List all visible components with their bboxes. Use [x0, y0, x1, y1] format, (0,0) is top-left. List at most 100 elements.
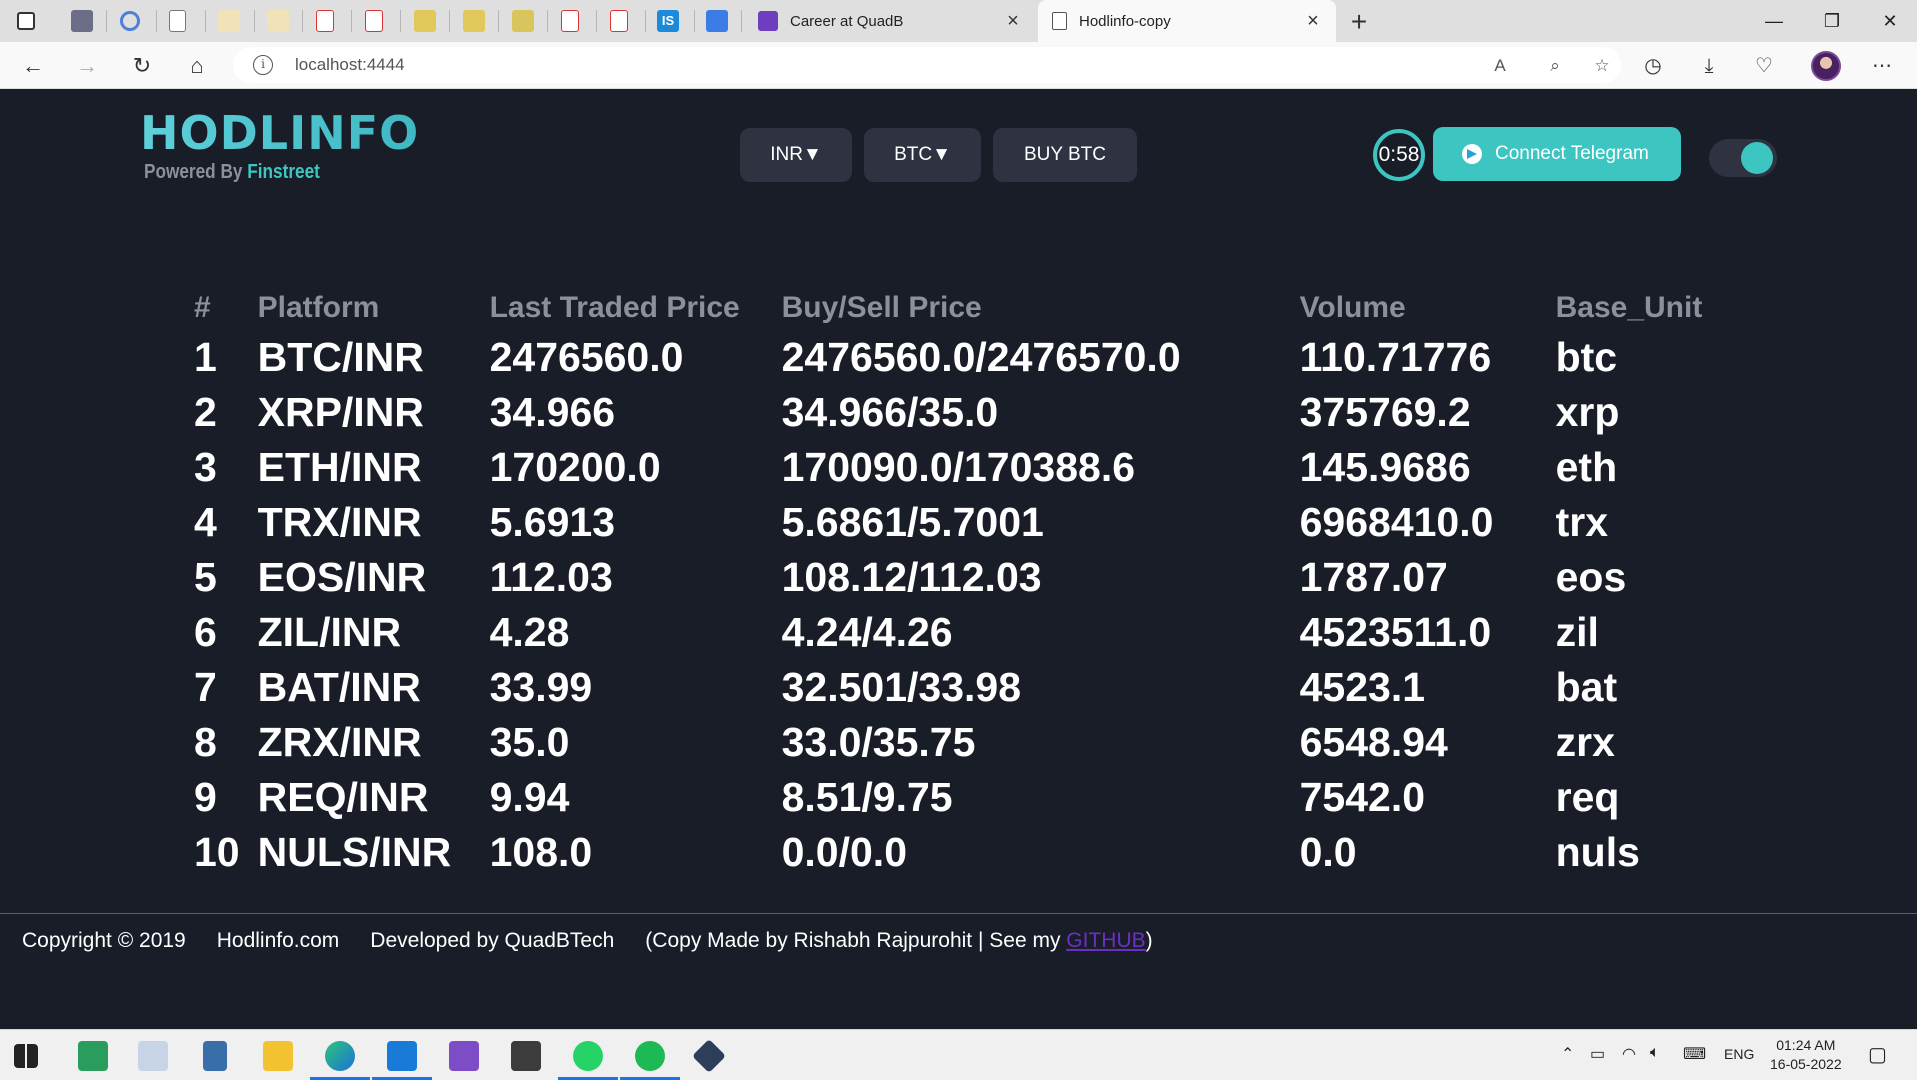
- new-tab-icon[interactable]: +: [1344, 6, 1374, 38]
- platform-cell: XRP/INR: [257, 389, 424, 435]
- crypto-select[interactable]: BTC▼: [864, 128, 981, 182]
- buy-sell-price-cell: 2476560.0/2476570.0: [781, 334, 1181, 380]
- buy-sell-price-cell: 5.6861/5.7001: [781, 499, 1044, 545]
- docs-tab-icon[interactable]: [706, 10, 728, 32]
- pinned-tab-icon[interactable]: [120, 11, 140, 31]
- volume-cell: 4523.1: [1299, 664, 1426, 710]
- buy-sell-price-cell: 33.0/35.75: [781, 719, 976, 765]
- table-row: 9 REQ/INR 9.94 8.51/9.75 7542.0 req: [188, 770, 1750, 825]
- browser-essentials-icon[interactable]: ♡: [1748, 50, 1780, 82]
- more-options-icon[interactable]: ⋯: [1866, 50, 1898, 82]
- site-info-icon[interactable]: i: [253, 55, 273, 75]
- pdf-tab-icon[interactable]: [316, 10, 334, 32]
- network-icon[interactable]: ◠: [1622, 1044, 1636, 1064]
- notifications-icon[interactable]: ▢: [1868, 1042, 1887, 1067]
- platform-cell: ETH/INR: [257, 444, 422, 490]
- volume-cell: 0.0: [1299, 829, 1357, 875]
- profile-avatar[interactable]: [1811, 51, 1841, 81]
- battery-icon[interactable]: ▭: [1590, 1044, 1605, 1064]
- browser-tab-bar: IS Career at QuadB × Hodlinfo-copy × + —…: [0, 0, 1917, 42]
- keyboard-icon[interactable]: ⌨: [1683, 1044, 1706, 1064]
- connect-telegram-label: Connect Telegram: [1495, 143, 1649, 164]
- platform-cell: REQ/INR: [257, 774, 429, 820]
- theme-toggle[interactable]: [1709, 139, 1777, 177]
- back-icon[interactable]: ←: [16, 49, 50, 83]
- buy-sell-price-cell: 170090.0/170388.6: [781, 444, 1136, 490]
- base-unit-cell: zil: [1555, 609, 1599, 655]
- close-tab-icon[interactable]: ×: [1002, 10, 1024, 32]
- base-unit-cell: zrx: [1555, 719, 1615, 765]
- terminal-icon[interactable]: [511, 1041, 541, 1071]
- restore-icon[interactable]: ❐: [1815, 4, 1849, 38]
- volume-icon[interactable]: 🔈︎: [1650, 1044, 1660, 1062]
- url-field[interactable]: i localhost:4444 A ⌕ ☆: [233, 47, 1621, 83]
- system-clock[interactable]: 01:24 AM 16-05-2022: [1770, 1036, 1842, 1074]
- pinned-tab-icon[interactable]: IS: [657, 10, 679, 32]
- pinned-tab-icon[interactable]: [218, 10, 240, 32]
- task-manager-icon[interactable]: [78, 1041, 108, 1071]
- footer-divider: [0, 913, 1917, 914]
- spotify-icon[interactable]: [635, 1041, 665, 1071]
- show-hidden-icons-icon[interactable]: ⌃: [1561, 1044, 1574, 1064]
- base-unit-cell: btc: [1555, 334, 1618, 380]
- image-tab-icon[interactable]: [512, 10, 534, 32]
- app-icon[interactable]: [692, 1039, 726, 1073]
- minimize-icon[interactable]: —: [1757, 4, 1791, 38]
- visual-studio-icon[interactable]: [449, 1041, 479, 1071]
- base-unit-cell: req: [1555, 774, 1620, 820]
- whatsapp-icon[interactable]: [573, 1041, 603, 1071]
- platform-cell: BTC/INR: [257, 334, 424, 380]
- row-index: 5: [194, 554, 217, 600]
- pinned-tab-icon[interactable]: [267, 10, 289, 32]
- tab-hodlinfo-copy[interactable]: Hodlinfo-copy ×: [1038, 0, 1336, 42]
- pinned-tab-icon[interactable]: [169, 10, 186, 32]
- tab-career-at-quadb[interactable]: Career at QuadB ×: [744, 0, 1036, 42]
- close-window-icon[interactable]: ✕: [1873, 4, 1907, 38]
- calculator-icon[interactable]: [203, 1041, 227, 1071]
- language-indicator[interactable]: ENG: [1724, 1046, 1754, 1062]
- zoom-icon[interactable]: ⌕: [1542, 53, 1568, 79]
- powered-by-label: Powered By: [144, 161, 243, 183]
- image-tab-icon[interactable]: [414, 10, 436, 32]
- refresh-timer: 0:58: [1373, 129, 1425, 181]
- row-index: 4: [194, 499, 217, 545]
- pinned-tab-icon[interactable]: [71, 10, 93, 32]
- buy-btc-button[interactable]: BUY BTC: [993, 128, 1137, 182]
- file-explorer-icon[interactable]: [263, 1041, 293, 1071]
- last-traded-price-cell: 34.966: [489, 389, 616, 435]
- tab-actions-icon[interactable]: [17, 12, 35, 30]
- last-traded-price-cell: 35.0: [489, 719, 570, 765]
- page-favicon-icon: [1052, 12, 1067, 30]
- vscode-icon[interactable]: [387, 1041, 417, 1071]
- forward-icon[interactable]: →: [70, 49, 104, 83]
- currency-select[interactable]: INR▼: [740, 128, 852, 182]
- column-header-buy-sell-price: Buy/Sell Price: [781, 291, 982, 324]
- finstreet-brand[interactable]: Finstreet: [247, 161, 320, 183]
- last-traded-price-cell: 2476560.0: [489, 334, 684, 380]
- table-row: 6 ZIL/INR 4.28 4.24/4.26 4523511.0 zil: [188, 605, 1750, 660]
- pdf-tab-icon[interactable]: [610, 10, 628, 32]
- edge-browser-icon[interactable]: [325, 1041, 355, 1071]
- hodlinfo-logo[interactable]: HODLINFO: [140, 107, 419, 159]
- download-icon[interactable]: ⤓: [1693, 50, 1725, 82]
- pdf-tab-icon[interactable]: [365, 10, 383, 32]
- add-favorite-icon[interactable]: ☆: [1589, 53, 1615, 79]
- pdf-tab-icon[interactable]: [561, 10, 579, 32]
- connect-telegram-button[interactable]: Connect Telegram: [1433, 127, 1681, 181]
- table-row: 10 NULS/INR 108.0 0.0/0.0 0.0 nuls: [188, 825, 1750, 880]
- url-text[interactable]: localhost:4444: [295, 55, 405, 75]
- table-row: 7 BAT/INR 33.99 32.501/33.98 4523.1 bat: [188, 660, 1750, 715]
- github-link[interactable]: GITHUB: [1066, 929, 1145, 952]
- history-icon[interactable]: ◷: [1637, 50, 1669, 82]
- table-header-row: # Platform Last Traded Price Buy/Sell Pr…: [188, 286, 1750, 330]
- telegram-icon: [1462, 144, 1482, 164]
- snipping-tool-icon[interactable]: [138, 1041, 168, 1071]
- refresh-icon[interactable]: ↻: [125, 49, 159, 83]
- image-tab-icon[interactable]: [463, 10, 485, 32]
- table-row: 3 ETH/INR 170200.0 170090.0/170388.6 145.968…: [188, 440, 1750, 495]
- home-icon[interactable]: ⌂: [180, 49, 214, 83]
- close-tab-icon[interactable]: ×: [1302, 10, 1324, 32]
- volume-cell: 4523511.0: [1299, 609, 1492, 655]
- read-aloud-icon[interactable]: A: [1487, 53, 1513, 79]
- windows-start-icon[interactable]: [14, 1044, 38, 1068]
